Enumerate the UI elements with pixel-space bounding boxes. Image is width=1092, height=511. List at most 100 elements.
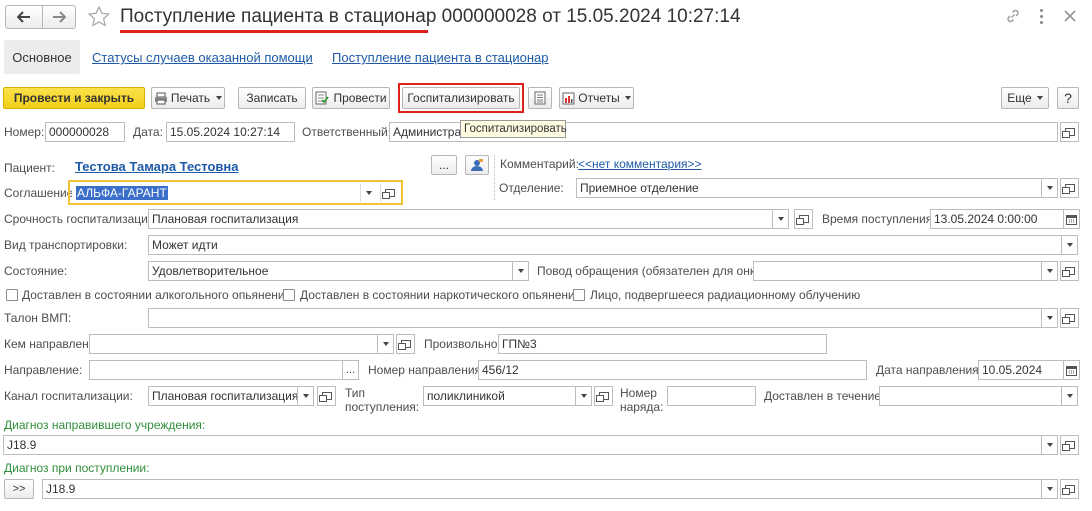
patient-card-button[interactable] [465, 155, 489, 175]
chevron-down-icon [1046, 443, 1053, 447]
admission-type-label-line1: Тип [345, 386, 366, 400]
channel-open-button[interactable] [317, 386, 336, 406]
save-label: Записать [246, 91, 298, 105]
arbitrary-field[interactable]: ГП№3 [498, 334, 827, 354]
post-document-icon [315, 91, 330, 105]
number-field[interactable]: 000000028 [45, 122, 125, 142]
radiation-checkbox-label: Лицо, подвергшееся радиационному облучен… [590, 288, 861, 302]
diag-ref-open-button[interactable] [1060, 435, 1079, 455]
order-number-label-line2: наряда: [620, 400, 664, 414]
window-title-doc-type: Поступление пациента в стационар [120, 6, 437, 27]
delivered-within-dropdown-button[interactable] [1061, 387, 1077, 405]
agreement-label: Соглашение: [4, 186, 77, 200]
diag-expand-button[interactable]: >> [4, 479, 34, 499]
hospitalize-button[interactable]: Госпитализировать [402, 87, 520, 109]
referred-by-open-button[interactable] [396, 334, 415, 354]
patient-name-link[interactable]: Тестова Тамара Тестовна [75, 159, 238, 174]
diag-admission-field[interactable]: J18.9 [42, 479, 1058, 499]
vmp-dropdown-button[interactable] [1041, 309, 1057, 327]
diag-ref-dropdown-button[interactable] [1041, 436, 1057, 454]
diag-admission-open-button[interactable] [1060, 479, 1079, 499]
arbitrary-label: Произвольно: [424, 337, 501, 351]
admission-type-field[interactable]: поликлиникой [423, 386, 592, 406]
tab-care-statuses[interactable]: Статусы случаев оказанной помощи [92, 50, 313, 65]
agreement-field[interactable]: АЛЬФА-ГАРАНТ [72, 183, 377, 203]
delivered-within-field[interactable] [879, 386, 1078, 406]
tab-admission[interactable]: Поступление пациента в стационар [332, 50, 548, 65]
reason-label: Повод обращения (обязателен для онко): [537, 264, 770, 278]
vmp-field[interactable] [148, 308, 1058, 328]
post-and-close-button[interactable]: Провести и закрыть [3, 87, 145, 109]
chevron-down-icon [517, 269, 524, 273]
forward-button[interactable] [42, 5, 76, 29]
patient-select-label: ... [438, 158, 449, 172]
save-button[interactable]: Записать [238, 87, 306, 109]
order-number-field[interactable] [667, 386, 756, 406]
urgency-open-button[interactable] [794, 209, 813, 229]
open-form-icon [1061, 184, 1075, 194]
drug-checkbox[interactable] [283, 289, 295, 301]
urgency-dropdown-button[interactable] [772, 210, 788, 228]
department-field[interactable]: Приемное отделение [576, 178, 1058, 198]
transport-dropdown-button[interactable] [1061, 236, 1077, 254]
back-button[interactable] [5, 5, 43, 29]
window-title: Поступление пациента в стационар 0000000… [120, 5, 741, 29]
arrival-time-field[interactable]: 13.05.2024 0:00:00 [930, 209, 1080, 229]
calendar-button[interactable] [1063, 210, 1079, 228]
agreement-dropdown-button[interactable] [360, 184, 376, 202]
state-dropdown-button[interactable] [512, 262, 528, 280]
alcohol-checkbox-label: Доставлен в состоянии алкогольного опьян… [22, 288, 292, 302]
more-menu-icon[interactable] [1040, 9, 1044, 25]
vmp-open-button[interactable] [1060, 308, 1079, 328]
department-dropdown-button[interactable] [1041, 179, 1057, 197]
post-button[interactable]: Провести [312, 87, 390, 109]
referral-field[interactable]: ... [89, 360, 359, 380]
patient-select-button[interactable]: ... [431, 155, 457, 175]
help-button[interactable]: ? [1057, 87, 1079, 109]
reports-button[interactable]: Отчеты [559, 87, 634, 109]
more-actions-button[interactable]: Еще [1001, 87, 1049, 109]
reason-field[interactable] [753, 261, 1058, 281]
responsible-value: Администрат [393, 125, 467, 139]
reason-dropdown-button[interactable] [1041, 262, 1057, 280]
admission-type-open-button[interactable] [594, 386, 613, 406]
alcohol-checkbox[interactable] [6, 289, 18, 301]
referred-by-field[interactable] [89, 334, 394, 354]
admission-type-dropdown-button[interactable] [575, 387, 591, 405]
comment-link[interactable]: <<нет комментария>> [578, 157, 702, 171]
referral-select-button[interactable]: ... [342, 361, 358, 379]
referral-number-field[interactable]: 456/12 [478, 360, 867, 380]
urgency-field[interactable]: Плановая госпитализация [148, 209, 789, 229]
reason-open-button[interactable] [1060, 261, 1079, 281]
link-icon[interactable] [1005, 8, 1021, 24]
referral-number-label: Номер направления: [368, 363, 485, 377]
channel-field[interactable]: Плановая госпитализация [148, 386, 314, 406]
referred-by-dropdown-button[interactable] [377, 335, 393, 353]
open-form-icon [1061, 267, 1075, 277]
transport-field[interactable]: Может идти [148, 235, 1078, 255]
department-value: Приемное отделение [580, 181, 699, 195]
close-icon[interactable] [1064, 10, 1076, 22]
referral-date-label: Дата направления: [876, 363, 982, 377]
channel-dropdown-button[interactable] [297, 387, 313, 405]
post-label: Провести [333, 91, 387, 105]
tab-main[interactable]: Основное [4, 40, 80, 74]
department-open-button[interactable] [1060, 178, 1079, 198]
star-favorite-icon[interactable] [88, 6, 110, 27]
referral-date-field[interactable]: 10.05.2024 [978, 360, 1080, 380]
print-label: Печать [170, 91, 211, 105]
responsible-label: Ответственный: [302, 125, 392, 139]
date-field[interactable]: 15.05.2024 10:27:14 [166, 122, 295, 142]
diag-admission-dropdown-button[interactable] [1041, 480, 1057, 498]
number-label: Номер: [4, 125, 45, 139]
referral-date-calendar-button[interactable] [1063, 361, 1079, 379]
list-icon [534, 91, 546, 105]
agreement-open-button[interactable] [380, 183, 399, 203]
list-report-button[interactable] [528, 87, 552, 109]
responsible-open-button[interactable] [1060, 122, 1079, 142]
print-button[interactable]: Печать [151, 87, 225, 109]
diag-ref-field[interactable]: J18.9 [3, 435, 1058, 455]
title-underline-annotation [120, 30, 428, 33]
radiation-checkbox[interactable] [573, 289, 585, 301]
state-field[interactable]: Удовлетворительное [148, 261, 529, 281]
